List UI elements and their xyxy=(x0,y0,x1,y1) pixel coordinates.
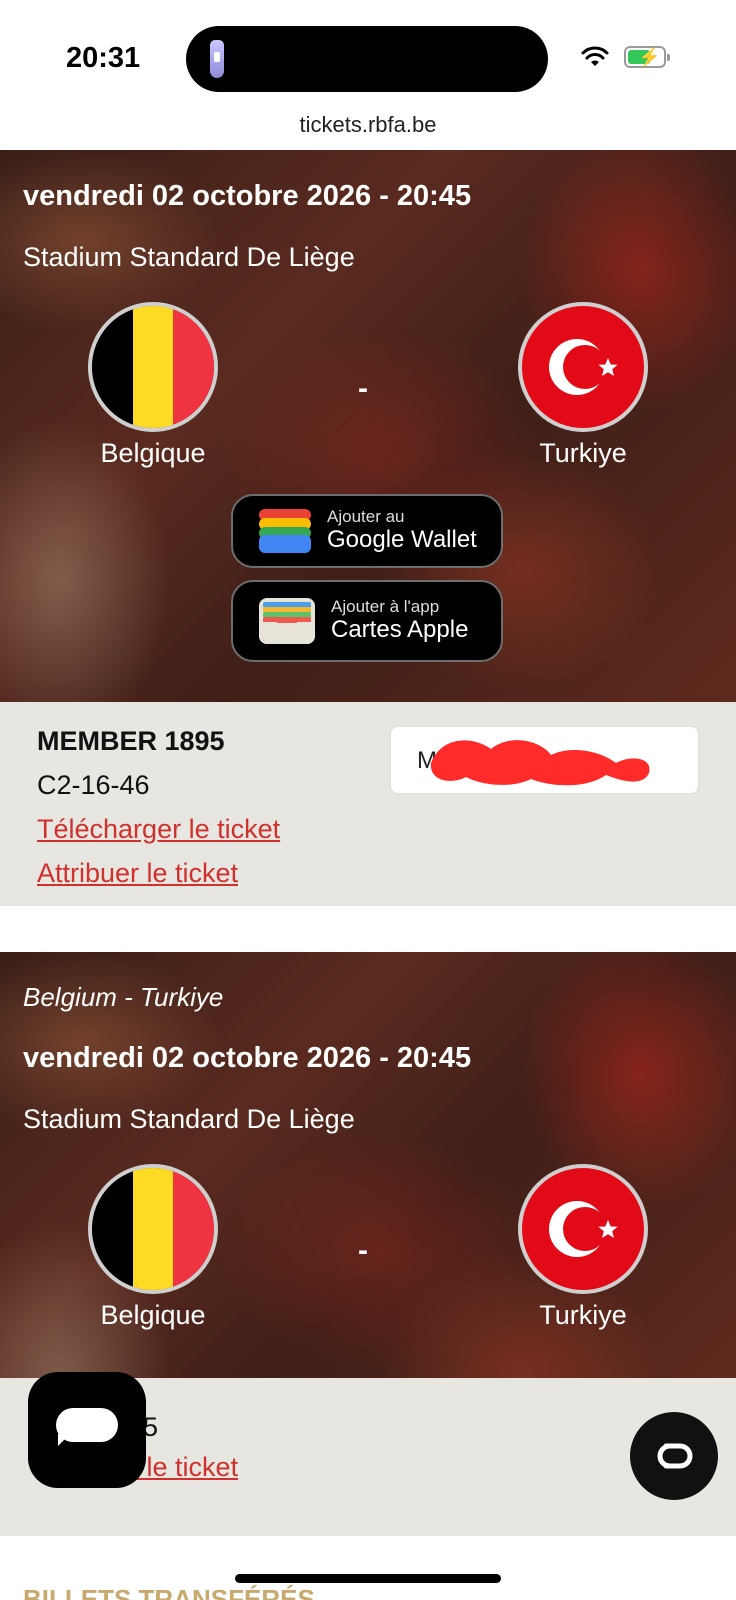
score-separator: - xyxy=(358,372,368,405)
apple-wallet-small-label: Ajouter à l'app xyxy=(331,597,440,617)
transferred-tickets-heading: BILLETS TRANSFÉRÉS xyxy=(23,1584,315,1600)
closed-caption-icon xyxy=(657,1443,693,1469)
home-team-name: Belgique xyxy=(100,438,206,468)
member-label: MEMBER 1895 xyxy=(37,726,225,756)
download-ticket-link[interactable]: Télécharger le ticket xyxy=(37,814,280,845)
belgium-flag-icon xyxy=(88,302,218,432)
away-team-name: Turkiye xyxy=(539,1300,627,1330)
away-team-name: Turkiye xyxy=(539,438,627,468)
home-indicator[interactable] xyxy=(235,1574,501,1583)
url-bar[interactable]: tickets.rbfa.be xyxy=(0,112,736,138)
status-time: 20:31 xyxy=(66,42,141,74)
add-to-google-wallet-button[interactable]: Ajouter au Google Wallet xyxy=(231,494,503,568)
score-separator: - xyxy=(358,1234,368,1267)
status-bar: 20:31 ⚡ xyxy=(0,0,736,110)
match-title: Belgium - Turkiye xyxy=(23,982,224,1012)
charging-bolt-icon: ⚡ xyxy=(638,47,661,67)
ticket-hero: Belgium - Turkiye vendredi 02 octobre 20… xyxy=(0,952,736,1378)
ticket-holder-field[interactable]: M xyxy=(390,726,699,794)
match-venue: Stadium Standard De Liège xyxy=(23,1104,355,1134)
closed-caption-button[interactable] xyxy=(630,1412,718,1500)
google-wallet-small-label: Ajouter au xyxy=(327,507,405,527)
redaction-scribble xyxy=(430,740,650,786)
dynamic-island xyxy=(186,26,548,92)
google-wallet-label: Google Wallet xyxy=(327,526,477,554)
google-wallet-icon xyxy=(259,509,311,553)
assign-ticket-link[interactable]: Attribuer le ticket xyxy=(37,858,238,889)
apple-wallet-icon xyxy=(259,598,315,644)
home-team-name: Belgique xyxy=(100,1300,206,1330)
chat-button[interactable] xyxy=(28,1372,146,1488)
match-venue: Stadium Standard De Liège xyxy=(23,242,355,272)
seat-label: C2-16-46 xyxy=(37,770,150,800)
wifi-icon xyxy=(581,46,609,66)
ticket-hero: vendredi 02 octobre 2026 - 20:45 Stadium… xyxy=(0,150,736,702)
turkey-flag-icon xyxy=(518,302,648,432)
match-date: vendredi 02 octobre 2026 - 20:45 xyxy=(23,1042,472,1074)
add-to-apple-wallet-button[interactable]: Ajouter à l'app Cartes Apple xyxy=(231,580,503,662)
match-date: vendredi 02 octobre 2026 - 20:45 xyxy=(23,180,472,212)
belgium-flag-icon xyxy=(88,1164,218,1294)
apple-wallet-label: Cartes Apple xyxy=(331,616,469,644)
ticket-info-panel: MEMBER 1895 C2-16-46 Télécharger le tick… xyxy=(0,702,736,906)
flashlight-icon xyxy=(210,40,224,78)
battery-icon: ⚡ xyxy=(624,46,670,68)
turkey-flag-icon xyxy=(518,1164,648,1294)
